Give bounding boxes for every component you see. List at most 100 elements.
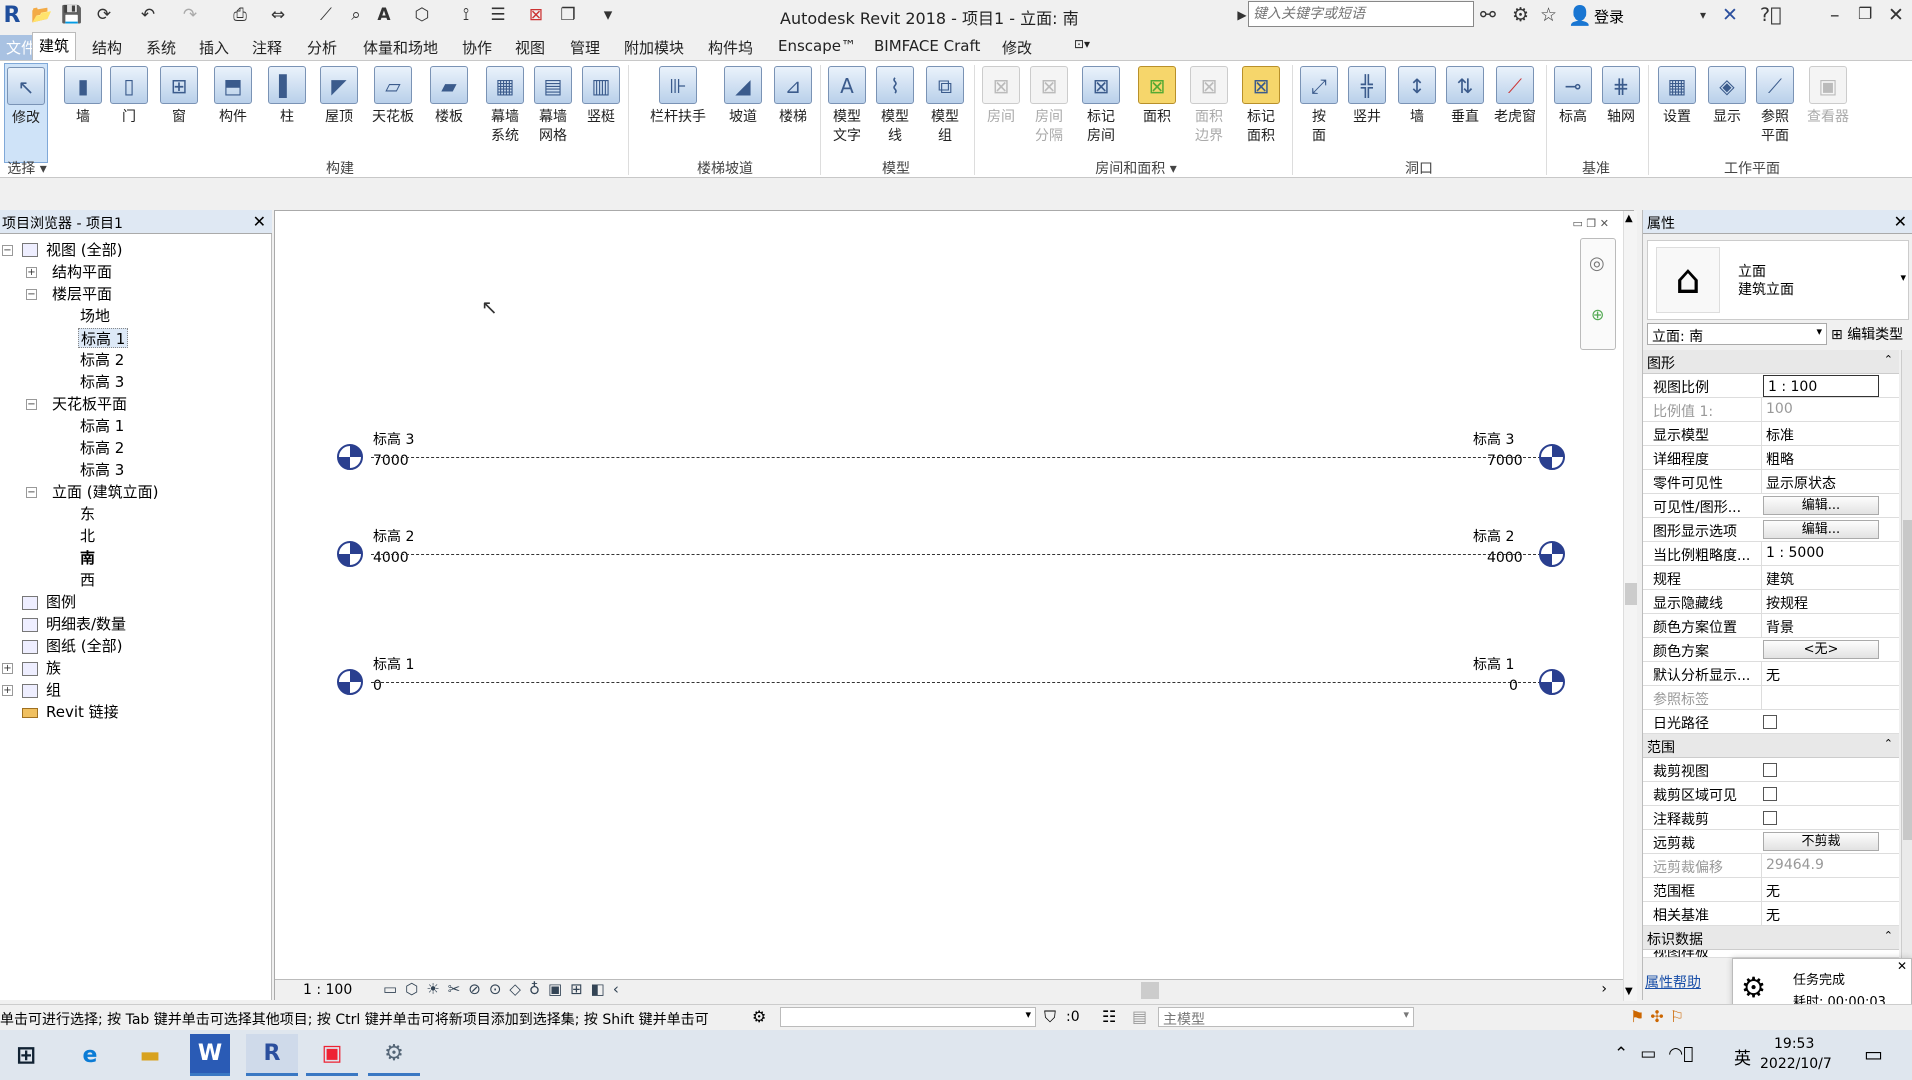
section-icon[interactable]: ⟟ [454, 3, 478, 27]
tab-annotate[interactable]: 注释 [246, 35, 288, 60]
level-line[interactable] [371, 682, 1541, 683]
tab-addins[interactable]: 附加模块 [618, 35, 690, 60]
wall-button[interactable]: ▮ 墙 [58, 63, 108, 163]
worksets-icon[interactable]: ⚙ [752, 1007, 766, 1026]
recorder-icon[interactable]: ▣ [306, 1034, 358, 1076]
shaft-button[interactable]: ╬ 竖井 [1342, 63, 1392, 163]
tree-item[interactable]: 天花板平面 [52, 394, 127, 414]
minimize-icon[interactable]: – [1830, 4, 1840, 26]
level-elevation-left[interactable]: 7000 [373, 453, 409, 469]
collapse-icon[interactable]: − [26, 289, 37, 300]
tab-component-dock[interactable]: 构件坞 [702, 35, 759, 60]
prop-row[interactable]: 视图比例 1 : 100 [1643, 374, 1899, 398]
scroll-thumb[interactable] [1903, 520, 1912, 840]
measure-icon[interactable]: ⇔ [266, 3, 290, 27]
search-input[interactable] [1248, 1, 1474, 27]
tag-icon[interactable]: ⌕ [344, 3, 368, 27]
model-text-button[interactable]: A 模型 文字 [822, 63, 872, 163]
view-window-controls[interactable]: ▭ ❐ ✕ [1573, 217, 1609, 230]
undo-icon[interactable]: ↶ [136, 3, 160, 27]
prop-value[interactable]: 1 : 5000 [1761, 542, 1899, 565]
tab-insert[interactable]: 插入 [193, 35, 235, 60]
type-selector[interactable]: ⌂ 立面 建筑立面 ▾ [1647, 240, 1909, 320]
room-area-group-label[interactable]: 房间和面积 ▾ [1036, 158, 1236, 178]
ribbon-minimize-icon[interactable]: ⊡▾ [1068, 35, 1096, 53]
tab-architecture[interactable]: 建筑 [32, 32, 77, 61]
modify-button[interactable]: ↖ 修改 [4, 63, 48, 163]
save-icon[interactable]: 💾 [60, 3, 84, 27]
sync-icon[interactable]: ⟳ [92, 3, 116, 27]
login-dropdown-icon[interactable]: ▾ [1700, 8, 1706, 22]
stair-button[interactable]: ⊿ 楼梯 [768, 63, 818, 163]
tree-item[interactable]: 标高 3 [80, 460, 124, 480]
railing-button[interactable]: ⊪ 栏杆扶手 [648, 63, 708, 163]
window-button[interactable]: ⊞ 窗 [154, 63, 204, 163]
tab-bimface[interactable]: BIMFACE Craft [868, 35, 986, 57]
room-separator-button[interactable]: ⊠ 房间 分隔 [1024, 63, 1074, 163]
revit-logo-icon[interactable]: R [0, 3, 24, 28]
floor-button[interactable]: ▰ 楼板 [424, 63, 474, 163]
expand-icon[interactable]: + [26, 267, 37, 278]
favorite-icon[interactable]: ☆ [1540, 4, 1557, 26]
view-scale[interactable]: 1 : 100 [303, 982, 352, 998]
viewer-button[interactable]: ▣ 查看器 [1800, 63, 1856, 163]
tree-item[interactable]: 标高 2 [80, 438, 124, 458]
collapse-section-icon[interactable]: ⌃ [1884, 737, 1893, 750]
tag-area-button[interactable]: ⊠ 标记 面积 [1236, 63, 1286, 163]
level-elevation-left[interactable]: 0 [373, 678, 382, 694]
collapse-icon[interactable]: − [26, 399, 37, 410]
level-head-left[interactable] [337, 669, 363, 695]
3d-view-icon[interactable]: ⬡ [410, 3, 434, 27]
ref-plane-button[interactable]: ⟋ 参照 平面 [1750, 63, 1800, 163]
app-icon[interactable]: ⚙ [368, 1034, 420, 1076]
drawing-area[interactable]: ▭ ❐ ✕ ◎ ⊕ ↖ 标高 3 7000 标高 3 7000 标高 2 400… [274, 210, 1637, 1001]
prop-row[interactable]: 规程 建筑 [1643, 566, 1899, 590]
prop-row[interactable]: 颜色方案位置 背景 [1643, 614, 1899, 638]
level-name-right[interactable]: 标高 3 [1473, 429, 1514, 449]
tree-item[interactable]: 图纸 (全部) [46, 636, 122, 656]
tray-icons[interactable]: ⌃▭◠ﾞ [1614, 1044, 1705, 1064]
start-icon[interactable]: ⊞ [0, 1034, 52, 1076]
level-head-right[interactable] [1539, 541, 1565, 567]
help-icon[interactable]: ?⃝ [1760, 4, 1782, 26]
wall-opening-button[interactable]: ↕ 墙 [1392, 63, 1442, 163]
file-explorer-icon[interactable]: ▬ [124, 1034, 176, 1076]
prop-row[interactable]: 显示模型 标准 [1643, 422, 1899, 446]
grid-button[interactable]: ⋕ 轴网 [1596, 63, 1646, 163]
level-elevation-right[interactable]: 0 [1509, 678, 1518, 694]
tree-item[interactable]: 场地 [80, 306, 110, 326]
level-elevation-right[interactable]: 4000 [1487, 550, 1523, 566]
level-line[interactable] [371, 457, 1541, 458]
horizontal-scroll-thumb[interactable] [1141, 982, 1159, 999]
level-line[interactable] [371, 554, 1541, 555]
section-graphics[interactable]: 图形 ⌃ [1643, 350, 1899, 374]
column-button[interactable]: ▌ 柱 [262, 63, 312, 163]
binoculars-icon[interactable]: ⚯ [1480, 4, 1496, 26]
level-name-left[interactable]: 标高 1 [373, 654, 414, 674]
mullion-button[interactable]: ▥ 竖梃 [576, 63, 626, 163]
prop-row[interactable]: 显示隐藏线 按规程 [1643, 590, 1899, 614]
tab-systems[interactable]: 系统 [140, 35, 182, 60]
zoom-icon[interactable]: ⊕ [1591, 305, 1604, 324]
set-button[interactable]: ▦ 设置 [1652, 63, 1702, 163]
prop-value[interactable]: 29464.9 [1761, 854, 1899, 877]
restore-icon[interactable]: ❐ [1858, 4, 1872, 23]
prop-value[interactable]: 显示原状态 [1761, 470, 1899, 493]
instance-selector[interactable]: 立面: 南 ▾ [1647, 323, 1827, 345]
prop-row[interactable]: 详细程度 粗略 [1643, 446, 1899, 470]
far-clip-button[interactable]: 不剪裁 [1763, 832, 1879, 851]
prop-row[interactable]: 比例值 1: 100 [1643, 398, 1899, 422]
scroll-right-icon[interactable]: › [1601, 981, 1607, 997]
prop-value[interactable]: 无 [1761, 902, 1899, 925]
section-identity[interactable]: 标识数据 ⌃ [1643, 926, 1899, 950]
scroll-up-icon[interactable]: ▲ [1625, 213, 1633, 224]
section-extents[interactable]: 范围 ⌃ [1643, 734, 1899, 758]
redo-icon[interactable]: ↷ [178, 3, 202, 27]
prop-row[interactable]: 相关基准 无 [1643, 902, 1899, 926]
collapse-icon[interactable]: − [26, 487, 37, 498]
curtain-grid-button[interactable]: ▤ 幕墙 网格 [528, 63, 578, 163]
prop-value[interactable]: 100 [1761, 398, 1899, 421]
tree-item[interactable]: 明细表/数量 [46, 614, 126, 634]
dimension-icon[interactable]: ⟋ [314, 3, 338, 27]
prop-row[interactable]: 默认分析显示... 无 [1643, 662, 1899, 686]
